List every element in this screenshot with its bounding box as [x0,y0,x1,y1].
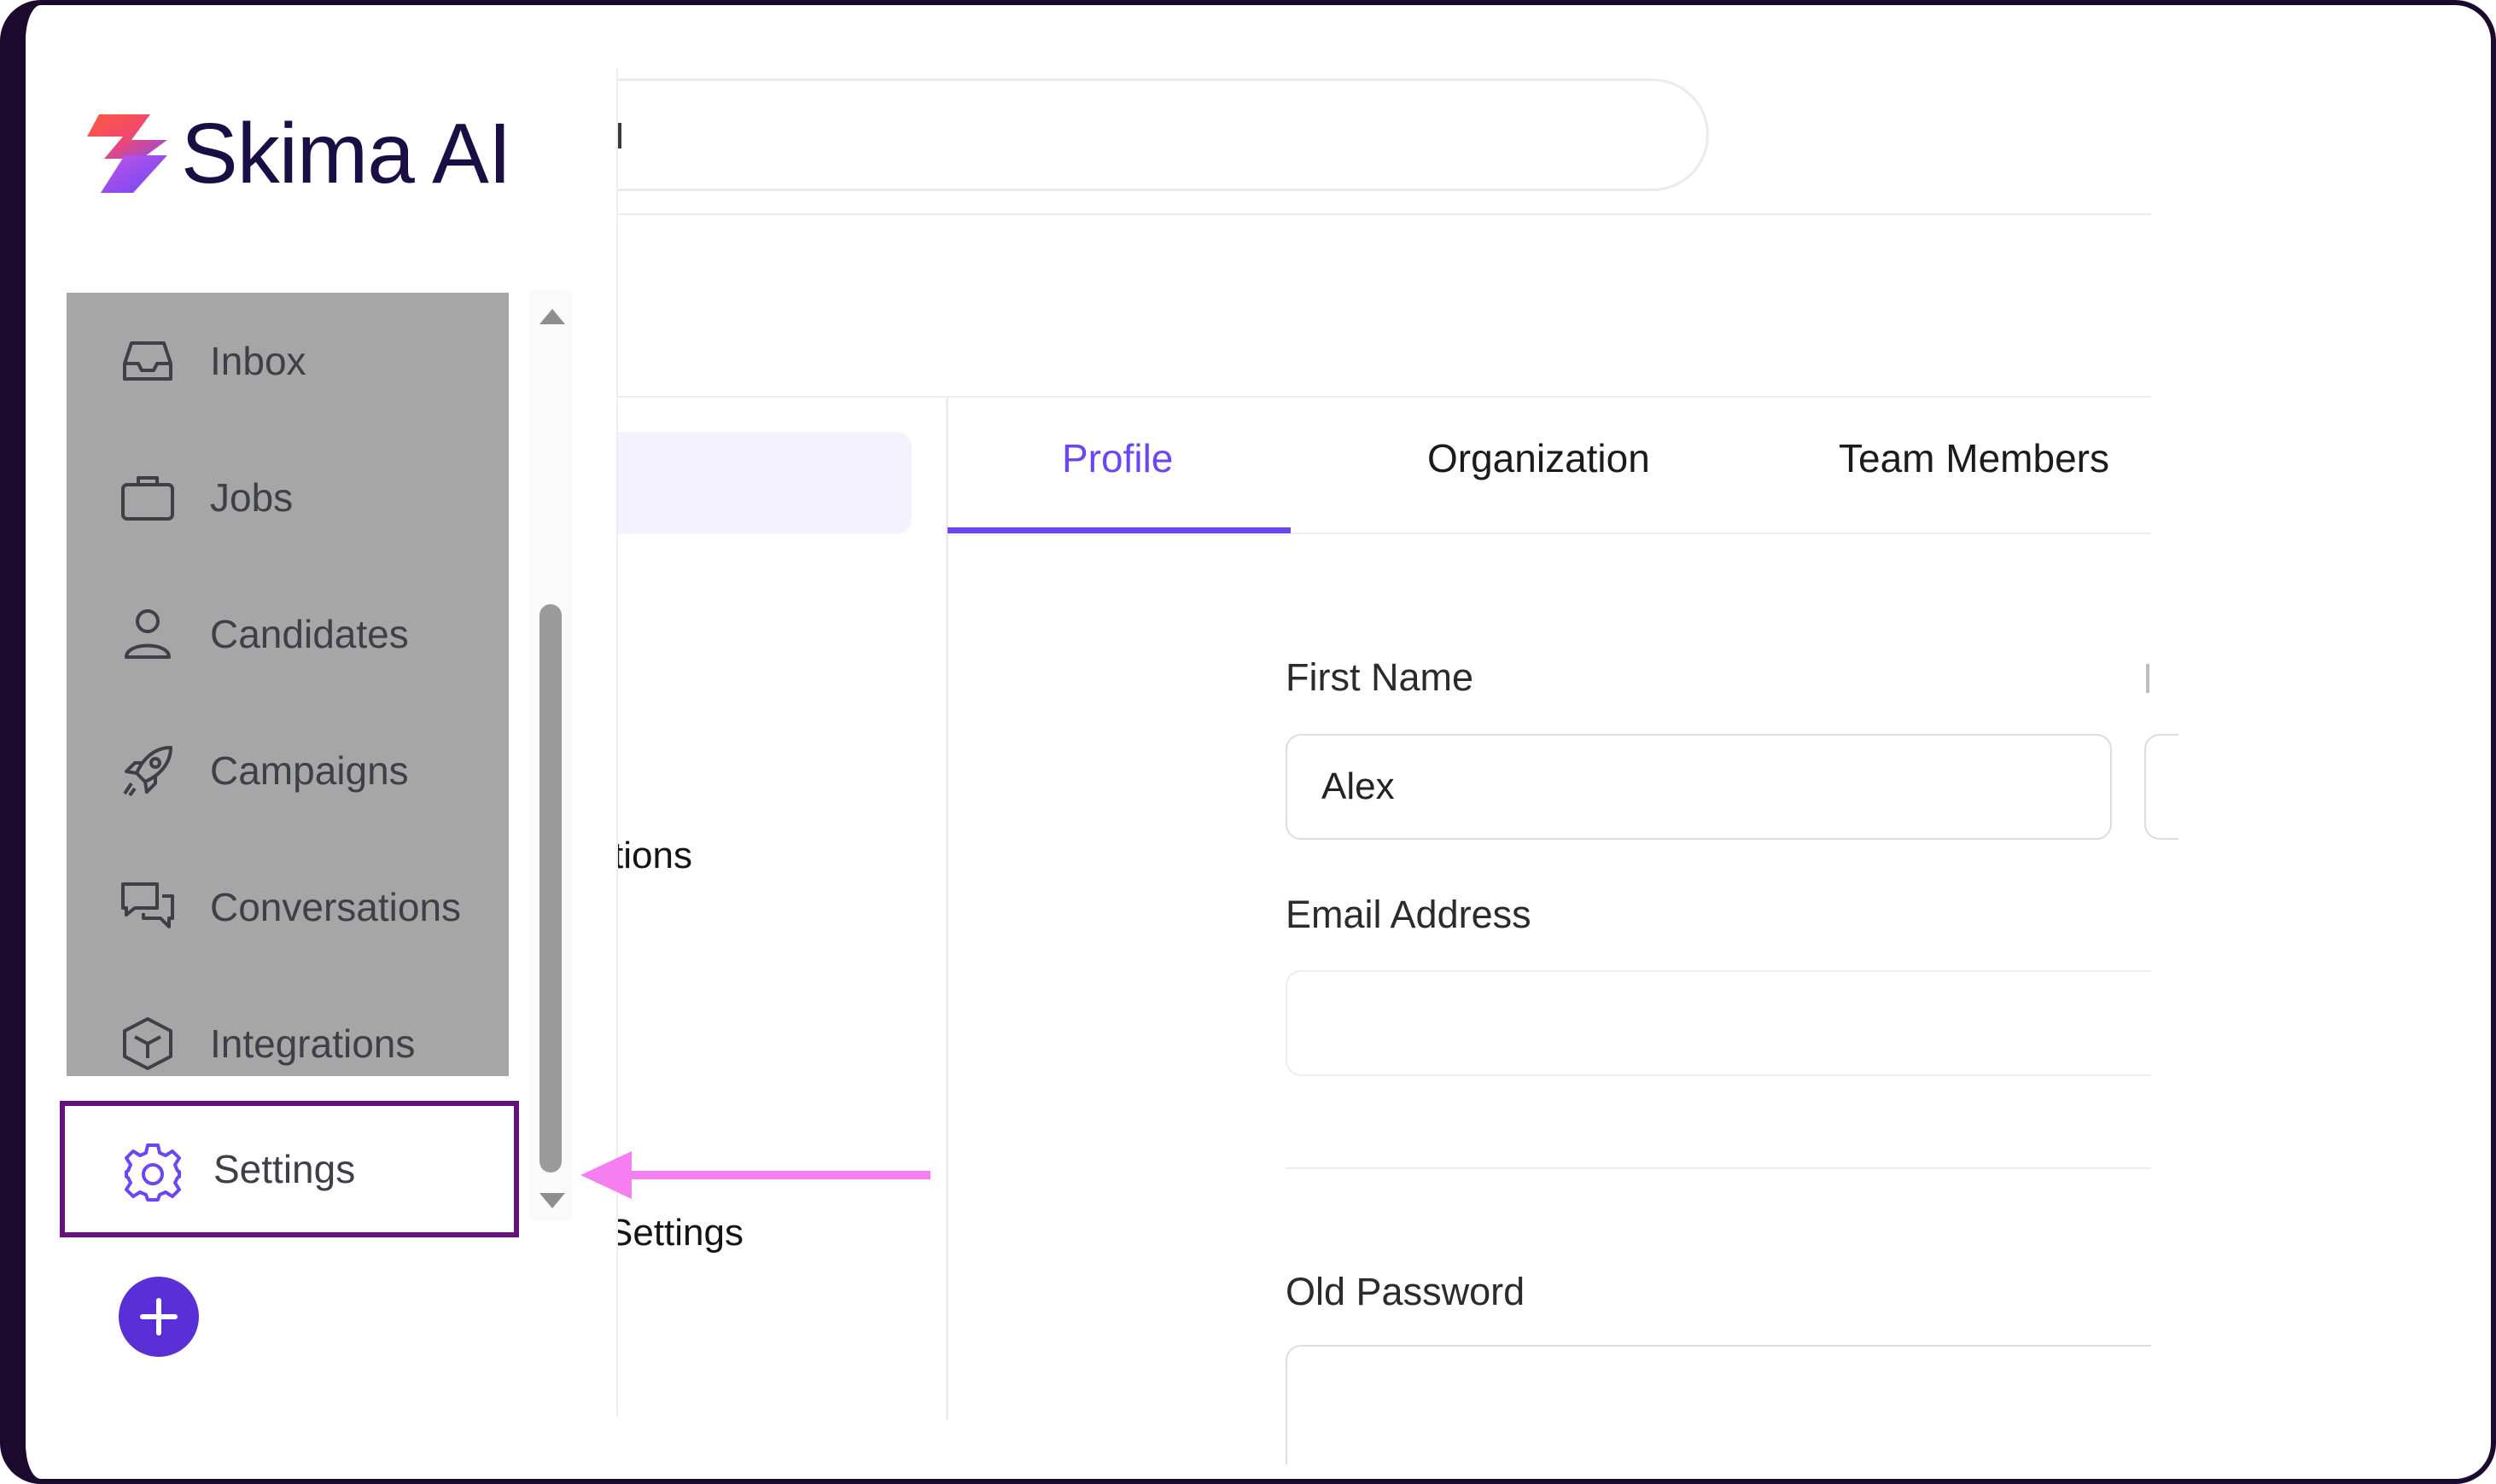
annotation-arrow [615,1171,930,1179]
sidebar-item-label: Jobs [210,475,294,520]
old-password-field[interactable] [1286,1345,2151,1464]
scroll-down-arrow-icon[interactable] [539,1193,565,1208]
sidebar-nav: Inbox Jobs Candidates Campaigns Conversa… [67,293,509,1076]
settings-menu-item-label: Settings [618,1212,744,1254]
sidebar-item-label: Inbox [210,339,306,383]
sidebar-item-campaigns[interactable]: Campaigns [67,702,509,839]
window-frame: Skima AI Inbox Jobs Candidates Campaigns… [0,0,2496,1484]
sidebar-item-conversations[interactable]: Conversations [67,839,509,975]
sidebar-item-label: Integrations [210,1021,416,1066]
chat-bubbles-icon [121,882,174,928]
form-divider [1286,1167,2151,1169]
tab-profile[interactable]: Profile [1062,435,1173,481]
annotation-arrow-head-icon [580,1151,632,1199]
user-icon [125,609,171,659]
gear-icon [125,1144,181,1202]
first-name-label: First Name [1286,655,1474,699]
sidebar-item-candidates[interactable]: Candidates [67,566,509,702]
sidebar-item-label: Campaigns [210,748,409,793]
email-label: Email Address [1286,893,1531,936]
brand-name: Skima AI [181,106,512,201]
email-field[interactable] [1286,970,2151,1076]
sidebar-item-label: Candidates [210,612,409,656]
rocket-icon [123,746,172,797]
old-password-label: Old Password [1286,1270,1525,1313]
briefcase-icon [121,476,174,521]
search-input[interactable] [618,79,1709,191]
last-name-field[interactable] [2144,734,2178,840]
sidebar-item-inbox[interactable]: Inbox [67,293,509,429]
settings-menu-item[interactable]: Settings [618,1212,959,1280]
sidebar-item-integrations[interactable]: Integrations [67,975,509,1112]
last-name-label-fragment [2146,664,2149,693]
settings-menu-item-label: tions [618,835,692,876]
content-divider [618,396,2151,398]
add-button[interactable] [119,1277,199,1357]
sidebar: Skima AI Inbox Jobs Candidates Campaigns… [26,5,616,1479]
tab-organization[interactable]: Organization [1427,435,1650,481]
scroll-up-arrow-icon[interactable] [539,309,565,324]
active-tab-indicator [948,527,1291,533]
header-divider [618,213,2151,215]
sidebar-item-jobs[interactable]: Jobs [67,429,509,566]
cube-icon [123,1017,172,1070]
skima-logo-icon [87,114,167,193]
sidebar-item-label: Conversations [210,885,462,929]
first-name-value: Alex [1321,765,1395,807]
sidebar-item-settings[interactable]: Settings [60,1101,519,1237]
sidebar-item-label: Settings [213,1147,356,1191]
first-name-field[interactable]: Alex [1286,734,2112,840]
settings-menu-item-active[interactable] [618,432,912,534]
search-text-cursor [618,123,621,148]
sidebar-scrollbar-thumb[interactable] [539,604,562,1173]
inbox-icon [123,341,172,381]
settings-menu-item[interactable]: tions [618,835,959,903]
tab-team-members[interactable]: Team Members [1839,435,2109,481]
plus-icon [140,1298,178,1336]
